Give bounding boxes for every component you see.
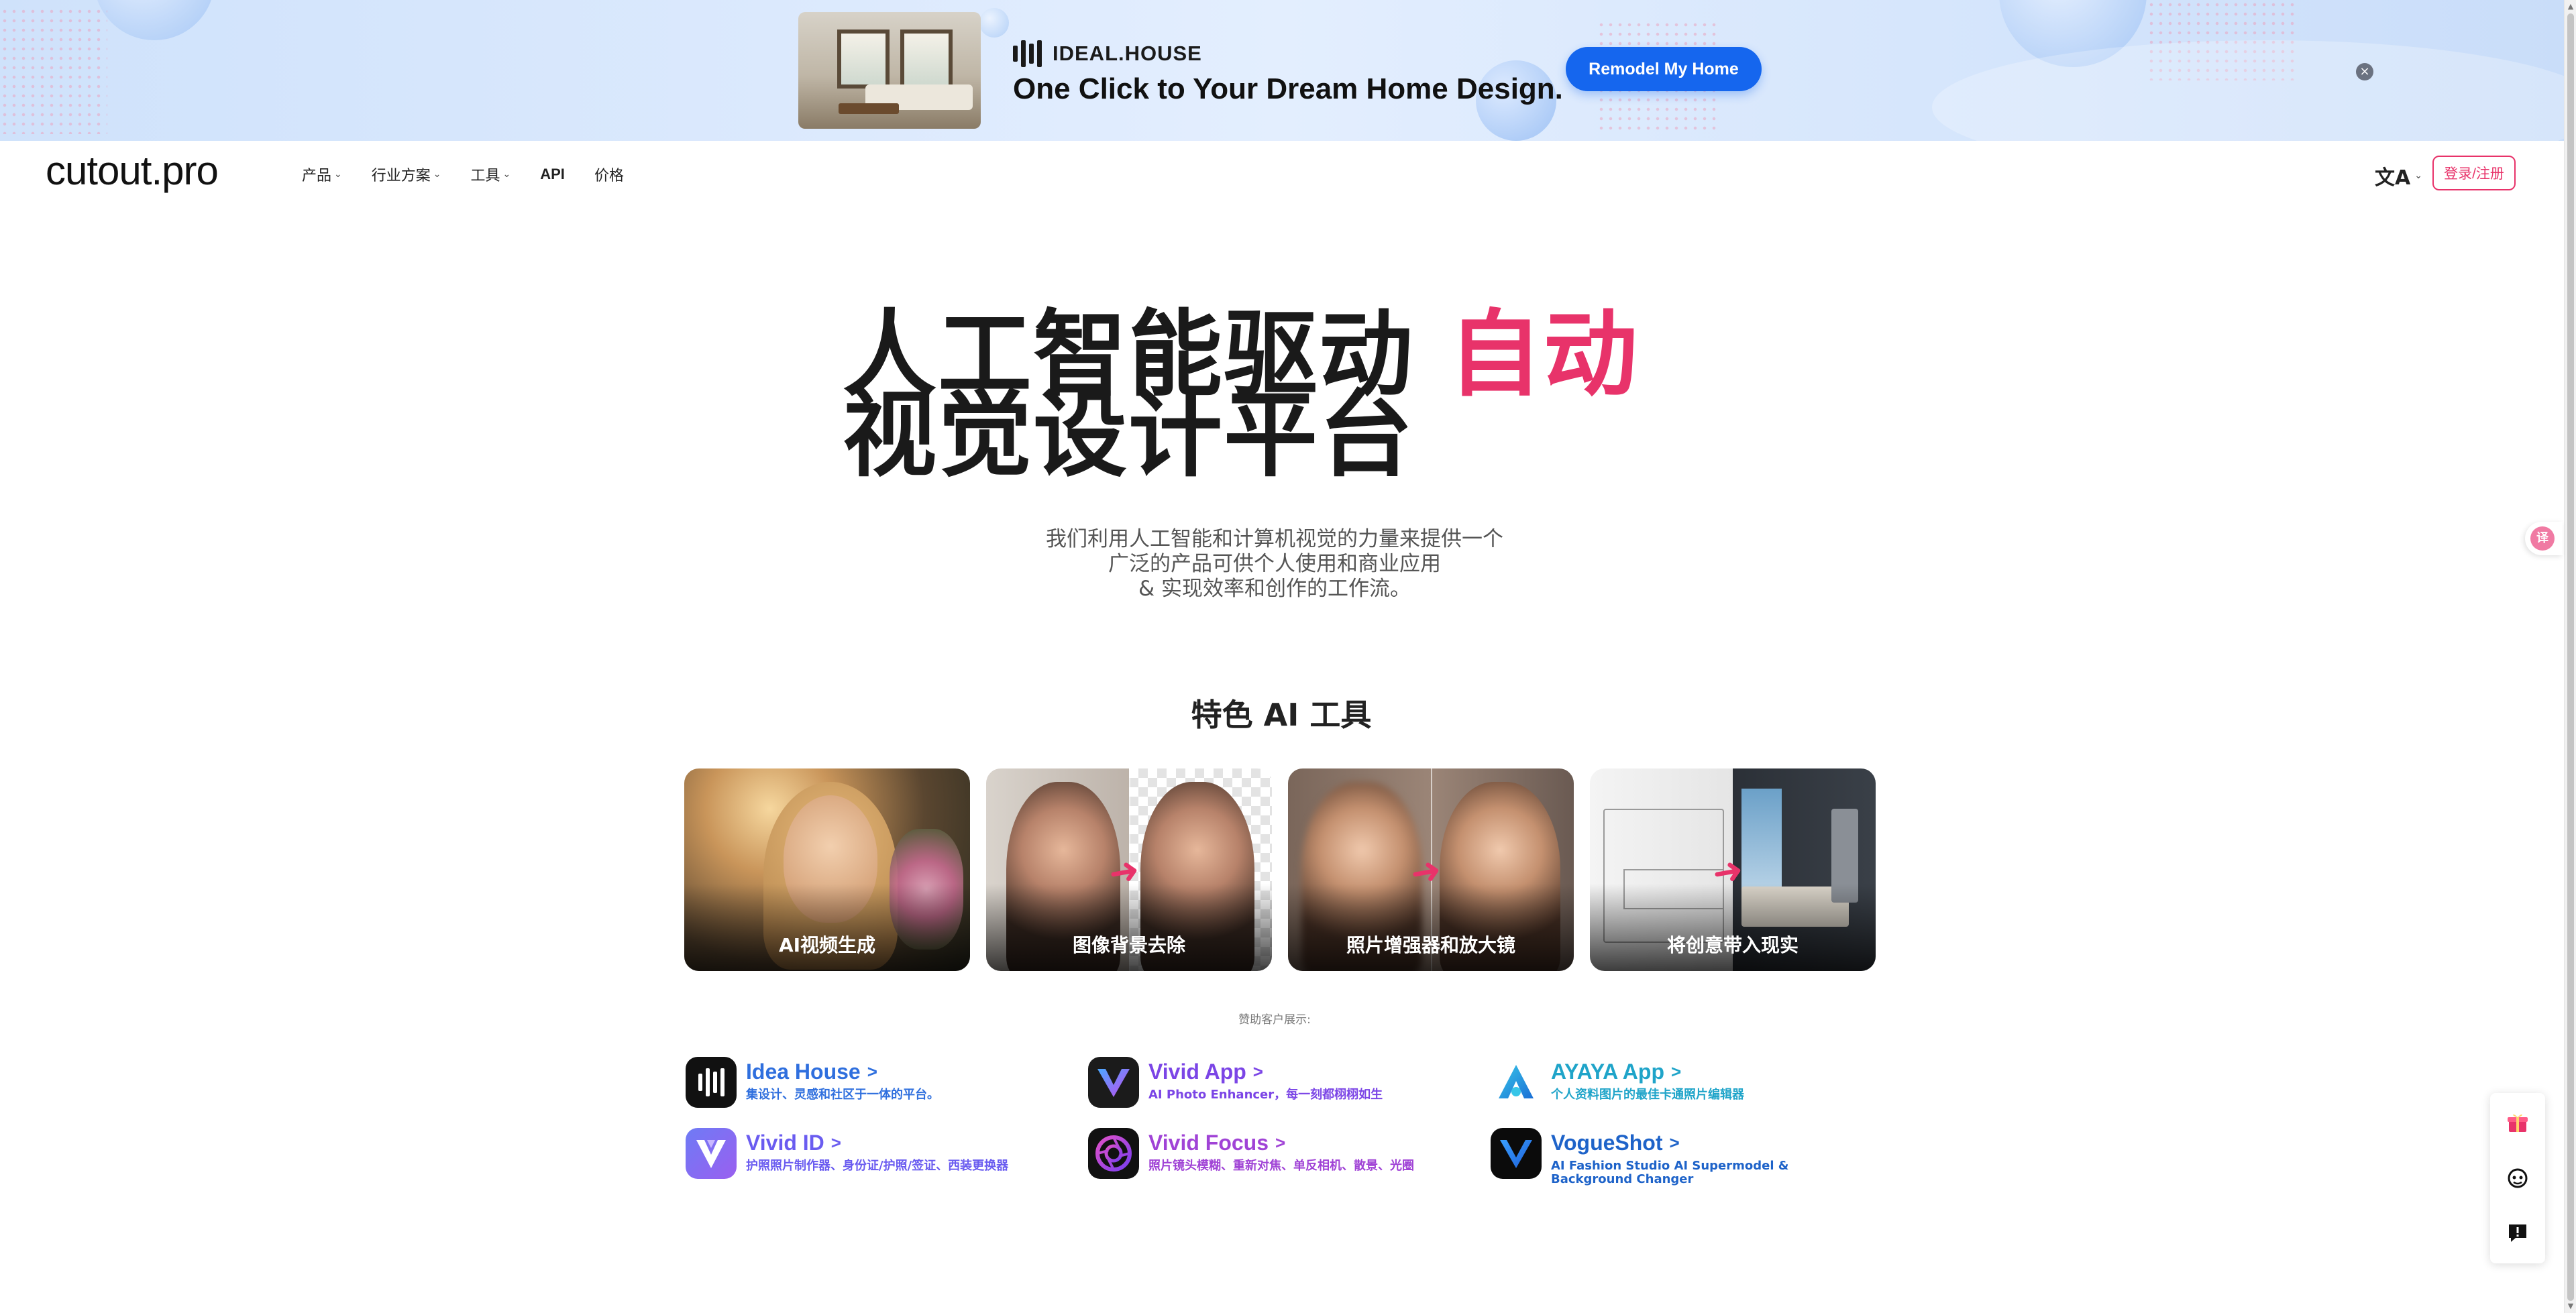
tool-card-sketch-to-reality[interactable]: ➜ 将创意带入现实 [1590,768,1876,971]
vivid-focus-app-icon [1088,1128,1139,1179]
page-scrollbar[interactable]: ▲ ▼ [2564,0,2576,1313]
nav-item-label: 产品 [302,168,332,184]
tool-card-ai-video[interactable]: AI视频生成 [684,768,970,971]
sponsor-name[interactable]: VogueShot > [1551,1131,1866,1155]
scrollbar-thumb[interactable] [2567,13,2574,1301]
vivid-id-app-icon [686,1128,737,1179]
chevron-down-icon: ⌄ [502,169,511,180]
sponsor-name[interactable]: Vivid ID > [746,1131,1008,1155]
tool-card-label: 照片增强器和放大镜 [1346,934,1515,956]
feedback-button[interactable] [2490,1206,2545,1261]
decor-dots [0,7,107,134]
sponsor-caption: 赞助客户展示: [1238,1013,1311,1027]
support-chat-button[interactable] [2490,1151,2545,1206]
cutout-logo[interactable]: cutout.pro [46,148,219,194]
chevron-right-icon: > [1252,1062,1263,1082]
chevron-right-icon: > [1670,1062,1682,1082]
featured-tools-cards: AI视频生成 ➜ 图像背景去除 ➜ 照片增强器和放大镜 ➜ 将创意带入现实 [684,768,1876,971]
sponsor-name[interactable]: Vivid App > [1148,1060,1383,1084]
promo-headline: One Click to Your Dream Home Design. [1013,72,1563,105]
hero-title: 人工智能驱动 自动 视觉设计平台 [843,308,1639,483]
promo-brand-name: IDEAL.HOUSE [1053,42,1202,65]
floating-action-panel [2490,1093,2545,1263]
chevron-right-icon: > [867,1062,877,1082]
chevron-right-icon: > [1669,1133,1680,1153]
decor-bubble [979,8,1009,38]
tool-card-label: 图像背景去除 [1072,934,1185,956]
nav-item-label: API [540,166,565,182]
feedback-icon [2509,1224,2526,1242]
gift-icon [2508,1114,2528,1132]
promo-brand-logo[interactable]: IDEAL.HOUSE [1013,40,1202,67]
page-translate-widget[interactable]: 译 [2525,522,2563,555]
nav-item-label: 工具 [470,168,500,184]
login-register-button[interactable]: 登录/注册 [2432,156,2516,190]
hero-title-line2: 视觉设计平台 [843,381,1415,490]
support-bot-icon [2508,1168,2528,1188]
sponsor-desc: 照片镜头模糊、重新对焦、单反相机、散景、光圈 [1148,1159,1414,1173]
tool-card-label: 将创意带入现实 [1666,934,1799,956]
nav-item-products[interactable]: 产品 ⌄ [302,164,342,185]
featured-tools-title: 特色 AI 工具 [1191,697,1372,733]
chevron-down-icon: ⌄ [2414,170,2422,181]
nav-item-pricing[interactable]: 价格 [594,164,624,185]
scroll-down-icon[interactable]: ▼ [2567,1302,2575,1310]
sponsor-desc: AI Fashion Studio AI Supermodel & Backgr… [1551,1159,1789,1186]
chevron-right-icon: > [830,1133,841,1153]
promo-room-image[interactable] [798,12,981,129]
vivid-app-icon [1088,1057,1139,1108]
hero-description: 我们利用人工智能和计算机视觉的力量来提供一个 广泛的产品可供个人使用和商业应用 … [939,527,1610,602]
ayaya-app-icon [1491,1057,1542,1108]
sponsor-desc: 集设计、灵感和社区于一体的平台。 [746,1088,939,1102]
translate-icon: 文A [2375,166,2411,190]
nav-item-industry-solutions[interactable]: 行业方案 ⌄ [372,164,441,185]
idea-house-app-icon [686,1057,737,1108]
tool-card-label: AI视频生成 [778,934,876,956]
sponsor-desc: 护照照片制作器、身份证/护照/签证、西装更换器 [746,1159,1009,1173]
nav-item-label: 行业方案 [371,168,431,184]
sponsor-ayaya-app[interactable]: AYAYA App > 个人资料图片的最佳卡通照片编辑器 [1491,1057,1744,1108]
tool-card-photo-enhancer[interactable]: ➜ 照片增强器和放大镜 [1288,768,1574,971]
sponsor-vivid-focus[interactable]: Vivid Focus > 照片镜头模糊、重新对焦、单反相机、散景、光圈 [1088,1128,1414,1179]
nav-item-label: 价格 [594,168,624,184]
gift-button[interactable] [2490,1096,2545,1151]
sponsor-list: Idea House > 集设计、灵感和社区于一体的平台。 Vivid App … [686,1057,1893,1191]
hero-title-accent: 自动 [1448,300,1639,410]
hero-desc-line: 广泛的产品可供个人使用和商业应用 [1108,552,1441,576]
vogueshot-app-icon [1491,1128,1542,1179]
nav-item-tools[interactable]: 工具 ⌄ [471,164,511,185]
sponsor-name[interactable]: Idea House > [746,1060,939,1084]
ideal-house-logo-icon [1013,40,1042,67]
hero-desc-line: & 实现效率和创作的工作流。 [1138,577,1411,601]
hero-desc-line: 我们利用人工智能和计算机视觉的力量来提供一个 [1046,527,1503,551]
chevron-right-icon: > [1275,1133,1286,1153]
top-nav: cutout.pro 产品 ⌄ 行业方案 ⌄ 工具 ⌄ API 价格 文A ⌄ … [0,141,2564,205]
sponsor-desc: 个人资料图片的最佳卡通照片编辑器 [1551,1088,1744,1102]
sponsor-vivid-app[interactable]: Vivid App > AI Photo Enhancer，每一刻都栩栩如生 [1088,1057,1383,1108]
scroll-up-icon[interactable]: ▲ [2567,3,2575,11]
promo-banner[interactable]: IDEAL.HOUSE One Click to Your Dream Home… [0,0,2564,141]
sponsor-vivid-id[interactable]: Vivid ID > 护照照片制作器、身份证/护照/签证、西装更换器 [686,1128,1008,1179]
chevron-down-icon: ⌄ [334,169,342,180]
close-icon[interactable]: × [2356,63,2373,80]
translate-icon: 译 [2530,526,2555,551]
sponsor-name[interactable]: Vivid Focus > [1148,1131,1414,1155]
sponsor-vogueshot[interactable]: VogueShot > AI Fashion Studio AI Supermo… [1491,1128,1866,1186]
nav-menu: 产品 ⌄ 行业方案 ⌄ 工具 ⌄ API 价格 [302,164,624,185]
chevron-down-icon: ⌄ [433,169,441,180]
sponsor-name[interactable]: AYAYA App > [1551,1060,1744,1084]
remodel-my-home-button[interactable]: Remodel My Home [1566,47,1762,91]
language-switcher[interactable]: 文A ⌄ [2375,161,2422,190]
decor-wave [1932,40,2564,141]
decor-bubble [94,0,215,40]
sponsor-idea-house[interactable]: Idea House > 集设计、灵感和社区于一体的平台。 [686,1057,939,1108]
tool-card-background-remover[interactable]: ➜ 图像背景去除 [986,768,1272,971]
nav-item-api[interactable]: API [540,166,565,183]
sponsor-desc: AI Photo Enhancer，每一刻都栩栩如生 [1148,1088,1383,1102]
